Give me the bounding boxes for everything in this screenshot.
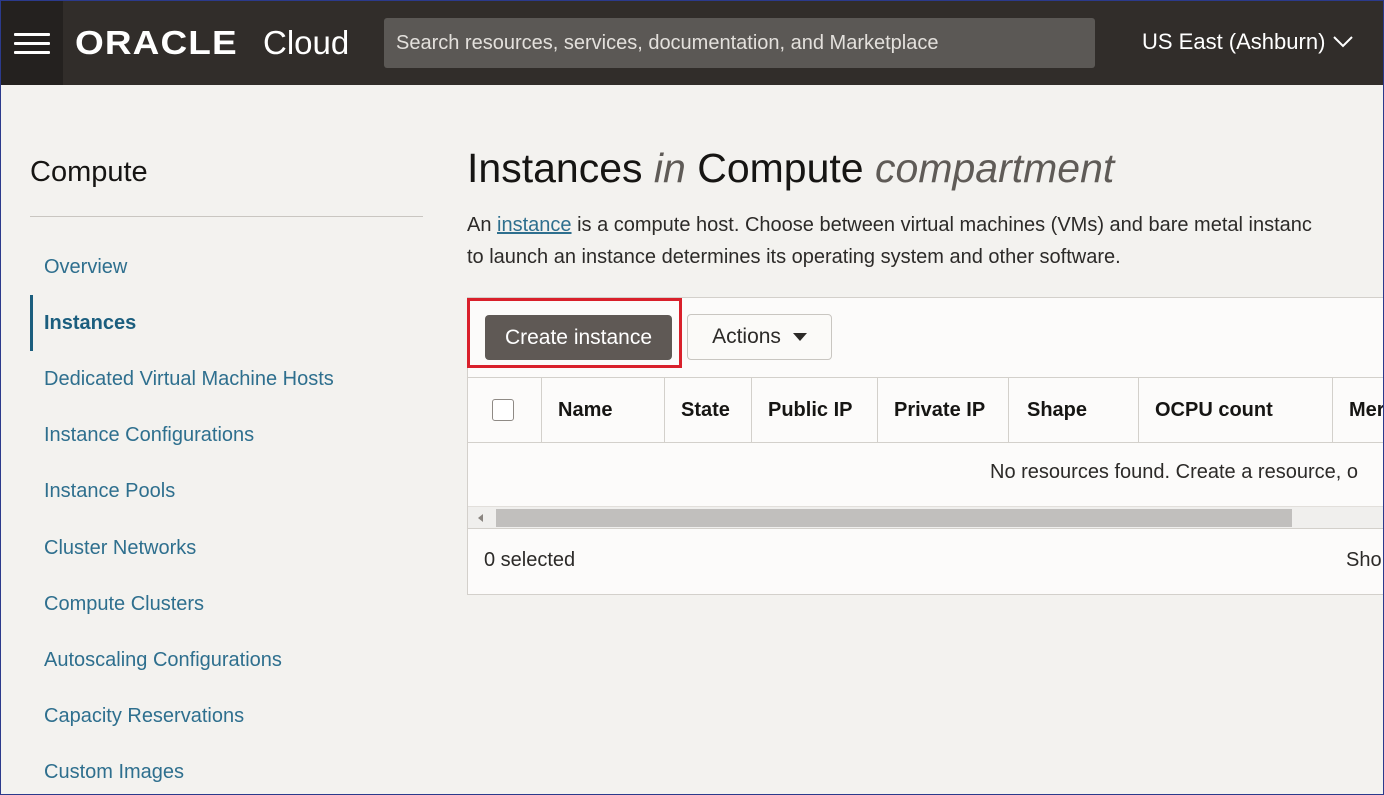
actions-label: Actions <box>712 325 781 348</box>
app-window: ORACLE Cloud US East (Ashburn) Compute O… <box>0 0 1384 795</box>
oracle-cloud-logo[interactable]: ORACLE Cloud <box>75 23 349 63</box>
region-label: US East (Ashburn) <box>1142 29 1326 54</box>
instance-doc-link[interactable]: instance <box>497 214 572 236</box>
show-per-page-label: Sho <box>1346 549 1382 571</box>
page-title: Instances in Compute compartment <box>467 145 1114 192</box>
description-line-1-rest: is a compute host. Choose between virtua… <box>571 214 1312 236</box>
sidebar-item-instance-pools[interactable]: Instance Pools <box>30 464 334 520</box>
sidebar-item-instances[interactable]: Instances <box>30 295 334 352</box>
description-line-2: to launch an instance determines its ope… <box>467 246 1121 268</box>
sidebar-divider <box>30 216 423 217</box>
select-all-cell <box>468 378 542 442</box>
sidebar-title: Compute <box>30 156 148 188</box>
page-title-resource: Instances <box>467 145 643 191</box>
caret-down-icon <box>792 333 807 341</box>
selected-count: 0 selected <box>484 549 576 571</box>
scrollbar-thumb[interactable] <box>496 509 1292 527</box>
column-header-memory[interactable]: Mer <box>1333 378 1383 442</box>
page-title-compartment-name: Compute <box>697 145 864 191</box>
page-title-in: in <box>653 145 686 191</box>
search-input[interactable] <box>384 18 1095 68</box>
oracle-wordmark: ORACLE <box>75 24 238 61</box>
sidebar-item-cluster-networks[interactable]: Cluster Networks <box>30 520 334 576</box>
description-line-1: An instance is a compute host. Choose be… <box>467 209 1383 241</box>
page-description: An instance is a compute host. Choose be… <box>467 209 1383 273</box>
horizontal-scrollbar[interactable] <box>468 506 1383 529</box>
sidebar-nav: Overview Instances Dedicated Virtual Mac… <box>30 239 334 794</box>
sidebar-item-overview[interactable]: Overview <box>30 239 334 295</box>
top-navigation-bar: ORACLE Cloud US East (Ashburn) <box>1 1 1383 85</box>
sidebar-item-autoscaling-configurations[interactable]: Autoscaling Configurations <box>30 632 334 688</box>
sidebar-item-compute-clusters[interactable]: Compute Clusters <box>30 576 334 632</box>
table-header-row: Name State Public IP Private IP Shape OC… <box>468 377 1383 443</box>
column-header-shape[interactable]: Shape <box>1009 378 1139 442</box>
column-header-private-ip[interactable]: Private IP <box>878 378 1009 442</box>
cloud-wordmark: Cloud <box>263 24 350 61</box>
actions-dropdown-button[interactable]: Actions <box>687 314 832 360</box>
sidebar-item-instance-configurations[interactable]: Instance Configurations <box>30 408 334 464</box>
sidebar-item-custom-images[interactable]: Custom Images <box>30 745 334 794</box>
scroll-left-icon[interactable] <box>478 514 483 522</box>
column-header-name[interactable]: Name <box>542 378 665 442</box>
hamburger-menu-icon[interactable] <box>1 1 63 85</box>
sidebar-item-dedicated-vm-hosts[interactable]: Dedicated Virtual Machine Hosts <box>30 351 334 407</box>
column-header-public-ip[interactable]: Public IP <box>752 378 878 442</box>
page-title-compartment-word: compartment <box>875 145 1115 191</box>
empty-state-message: No resources found. Create a resource, o <box>990 461 1358 483</box>
chevron-down-icon <box>1333 36 1354 48</box>
select-all-checkbox[interactable] <box>492 399 514 421</box>
sidebar-item-capacity-reservations[interactable]: Capacity Reservations <box>30 689 334 745</box>
column-header-state[interactable]: State <box>665 378 752 442</box>
create-instance-button[interactable]: Create instance <box>485 315 672 360</box>
description-prefix: An <box>467 214 498 236</box>
column-header-ocpu-count[interactable]: OCPU count <box>1139 378 1333 442</box>
region-selector[interactable]: US East (Ashburn) <box>1142 29 1354 55</box>
